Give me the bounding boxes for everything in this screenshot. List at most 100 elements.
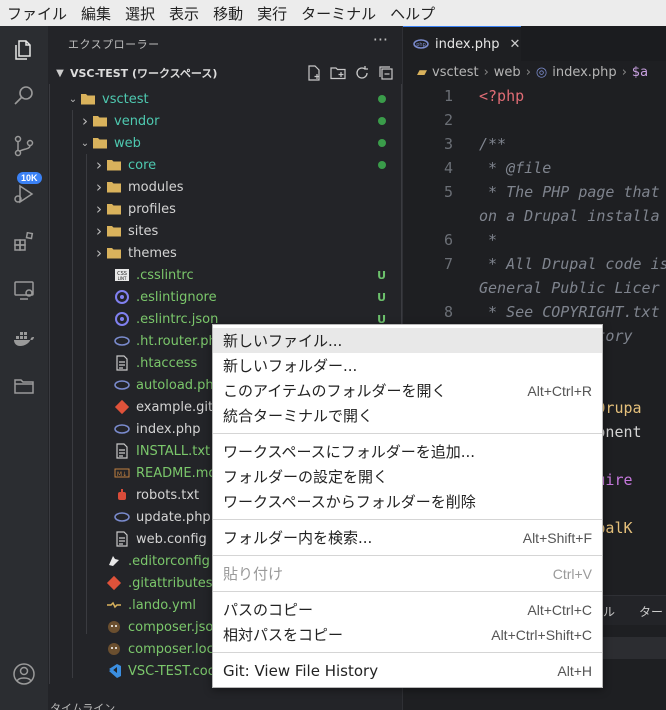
tree-item[interactable]: ⌄ vsctest [50, 88, 402, 110]
tree-item[interactable]: ⌄ web [50, 132, 402, 154]
chevron-right-icon[interactable]: › [92, 222, 106, 240]
code-token: <?php [479, 87, 525, 105]
tree-item-label: sites [128, 223, 159, 239]
menu-go[interactable]: 移動 [206, 3, 250, 24]
activity-bar: 10K [0, 26, 48, 710]
timeline-section-header[interactable]: タイムライン [50, 700, 115, 710]
tree-item[interactable]: › themes [50, 242, 402, 264]
context-menu-item[interactable]: Git: View File History Alt+H [213, 658, 602, 683]
svg-text:php: php [416, 42, 426, 48]
line-number: 4 [443, 159, 453, 177]
account-icon[interactable] [12, 662, 36, 686]
folder-icon[interactable] [12, 374, 36, 398]
text-file-icon [114, 531, 130, 547]
modified-indicator [378, 139, 386, 147]
chevron-right-icon[interactable]: › [92, 244, 106, 262]
tree-item-label: vsctest [102, 91, 149, 107]
menu-terminal[interactable]: ターミナル [294, 3, 383, 24]
context-menu-item[interactable]: パスのコピー Alt+Ctrl+C [213, 597, 602, 622]
tree-item-label: index.php [136, 421, 201, 437]
chevron-down-icon[interactable]: ⌄ [78, 138, 92, 149]
tree-item[interactable]: .eslintignore U [50, 286, 402, 308]
run-debug-icon[interactable] [12, 182, 36, 206]
code-line: * See COPYRIGHT.txt [479, 303, 660, 321]
eslint-file-icon [114, 289, 130, 305]
tree-item[interactable]: › modules [50, 176, 402, 198]
chevron-down-icon[interactable]: ⌄ [66, 94, 80, 105]
tree-item[interactable]: CSS LINT .csslintrc U [50, 264, 402, 286]
tree-item-label: .csslintrc [136, 267, 194, 283]
menu-help[interactable]: ヘルプ [383, 3, 442, 24]
context-menu-item[interactable]: フォルダー内を検索... Alt+Shift+F [213, 525, 602, 550]
breadcrumb-symbol[interactable]: $a [632, 65, 648, 80]
chevron-right-icon[interactable]: › [92, 200, 106, 218]
chevron-right-icon[interactable]: › [92, 178, 106, 196]
tree-item-label: .htaccess [136, 355, 198, 371]
source-control-icon[interactable] [12, 134, 36, 158]
code-token: * [479, 231, 498, 249]
context-menu-item[interactable]: 新しいフォルダー... [213, 353, 602, 378]
composer-file-icon [106, 641, 122, 657]
panel-tab-2[interactable]: ター [639, 603, 663, 620]
menu-separator [213, 555, 602, 556]
chevron-right-icon[interactable]: › [92, 156, 106, 174]
code-line: <?php [479, 87, 524, 105]
menu-file[interactable]: ファイル [0, 3, 74, 24]
new-folder-icon[interactable] [329, 64, 347, 82]
vscode-file-icon [106, 663, 122, 679]
php-file-icon [114, 333, 130, 349]
context-menu-item[interactable]: フォルダーの設定を開く [213, 464, 602, 489]
menu-selection[interactable]: 選択 [118, 3, 162, 24]
close-icon[interactable]: ✕ [509, 37, 520, 52]
menu-item-label: 相対パスをコピー [223, 626, 344, 644]
tree-item-label: robots.txt [136, 487, 200, 503]
modified-indicator [378, 95, 386, 103]
tree-item-label: web.config [136, 531, 207, 547]
docker-icon[interactable] [12, 326, 36, 350]
code-token: /** [479, 135, 507, 153]
context-menu-item[interactable]: 統合ターミナルで開く [213, 403, 602, 428]
collapse-all-icon[interactable] [377, 64, 395, 82]
code-line: on a Drupal installa [479, 207, 660, 225]
breadcrumb-index-php[interactable]: index.php [552, 65, 616, 80]
context-menu-item[interactable]: 新しいファイル... [213, 328, 602, 353]
code-token: * @file [479, 159, 552, 177]
tree-item[interactable]: › sites [50, 220, 402, 242]
explorer-icon[interactable] [12, 38, 36, 62]
markdown-file-icon: M↓ [114, 465, 130, 481]
search-icon[interactable] [12, 84, 36, 108]
panel-tab-1[interactable]: ル [603, 603, 615, 620]
composer-file-icon [106, 619, 122, 635]
menu-run[interactable]: 実行 [250, 3, 294, 24]
extensions-icon[interactable] [12, 230, 36, 254]
svg-text:LINT: LINT [118, 276, 127, 281]
context-menu-item[interactable]: このアイテムのフォルダーを開く Alt+Ctrl+R [213, 378, 602, 403]
tree-item[interactable]: › vendor [50, 110, 402, 132]
code-token: Drupa [596, 399, 642, 417]
tree-item[interactable]: › core [50, 154, 402, 176]
breadcrumb-web[interactable]: web [494, 65, 521, 80]
context-menu-item[interactable]: ワークスペースにフォルダーを追加... [213, 439, 602, 464]
code-line: * @file [479, 159, 551, 177]
context-menu-item[interactable]: ワークスペースからフォルダーを削除 [213, 489, 602, 514]
tree-item-label: .editorconfig [128, 553, 210, 569]
tree-item-label: themes [128, 245, 177, 261]
workspace-header[interactable]: ▼ VSC-TEST (ワークスペース) [48, 62, 403, 84]
refresh-icon[interactable] [353, 64, 371, 82]
more-actions-icon[interactable]: ··· [373, 30, 388, 49]
remote-explorer-icon[interactable] [12, 278, 36, 302]
code-line: * All Drupal code is [479, 255, 666, 273]
menu-item-label: 貼り付け [223, 565, 284, 583]
menu-item-shortcut: Alt+Ctrl+Shift+C [491, 626, 592, 643]
tab-index-php[interactable]: php index.php ✕ [403, 26, 521, 61]
tree-item[interactable]: › profiles [50, 198, 402, 220]
yaml-file-icon [106, 597, 122, 613]
breadcrumb-vsctest[interactable]: vsctest [432, 65, 479, 80]
chevron-right-icon[interactable]: › [78, 112, 92, 130]
text-file-icon [114, 443, 130, 459]
tree-item-label: core [128, 157, 157, 173]
menu-view[interactable]: 表示 [162, 3, 206, 24]
context-menu-item[interactable]: 相対パスをコピー Alt+Ctrl+Shift+C [213, 622, 602, 647]
new-file-icon[interactable] [305, 64, 323, 82]
menu-edit[interactable]: 編集 [74, 3, 118, 24]
